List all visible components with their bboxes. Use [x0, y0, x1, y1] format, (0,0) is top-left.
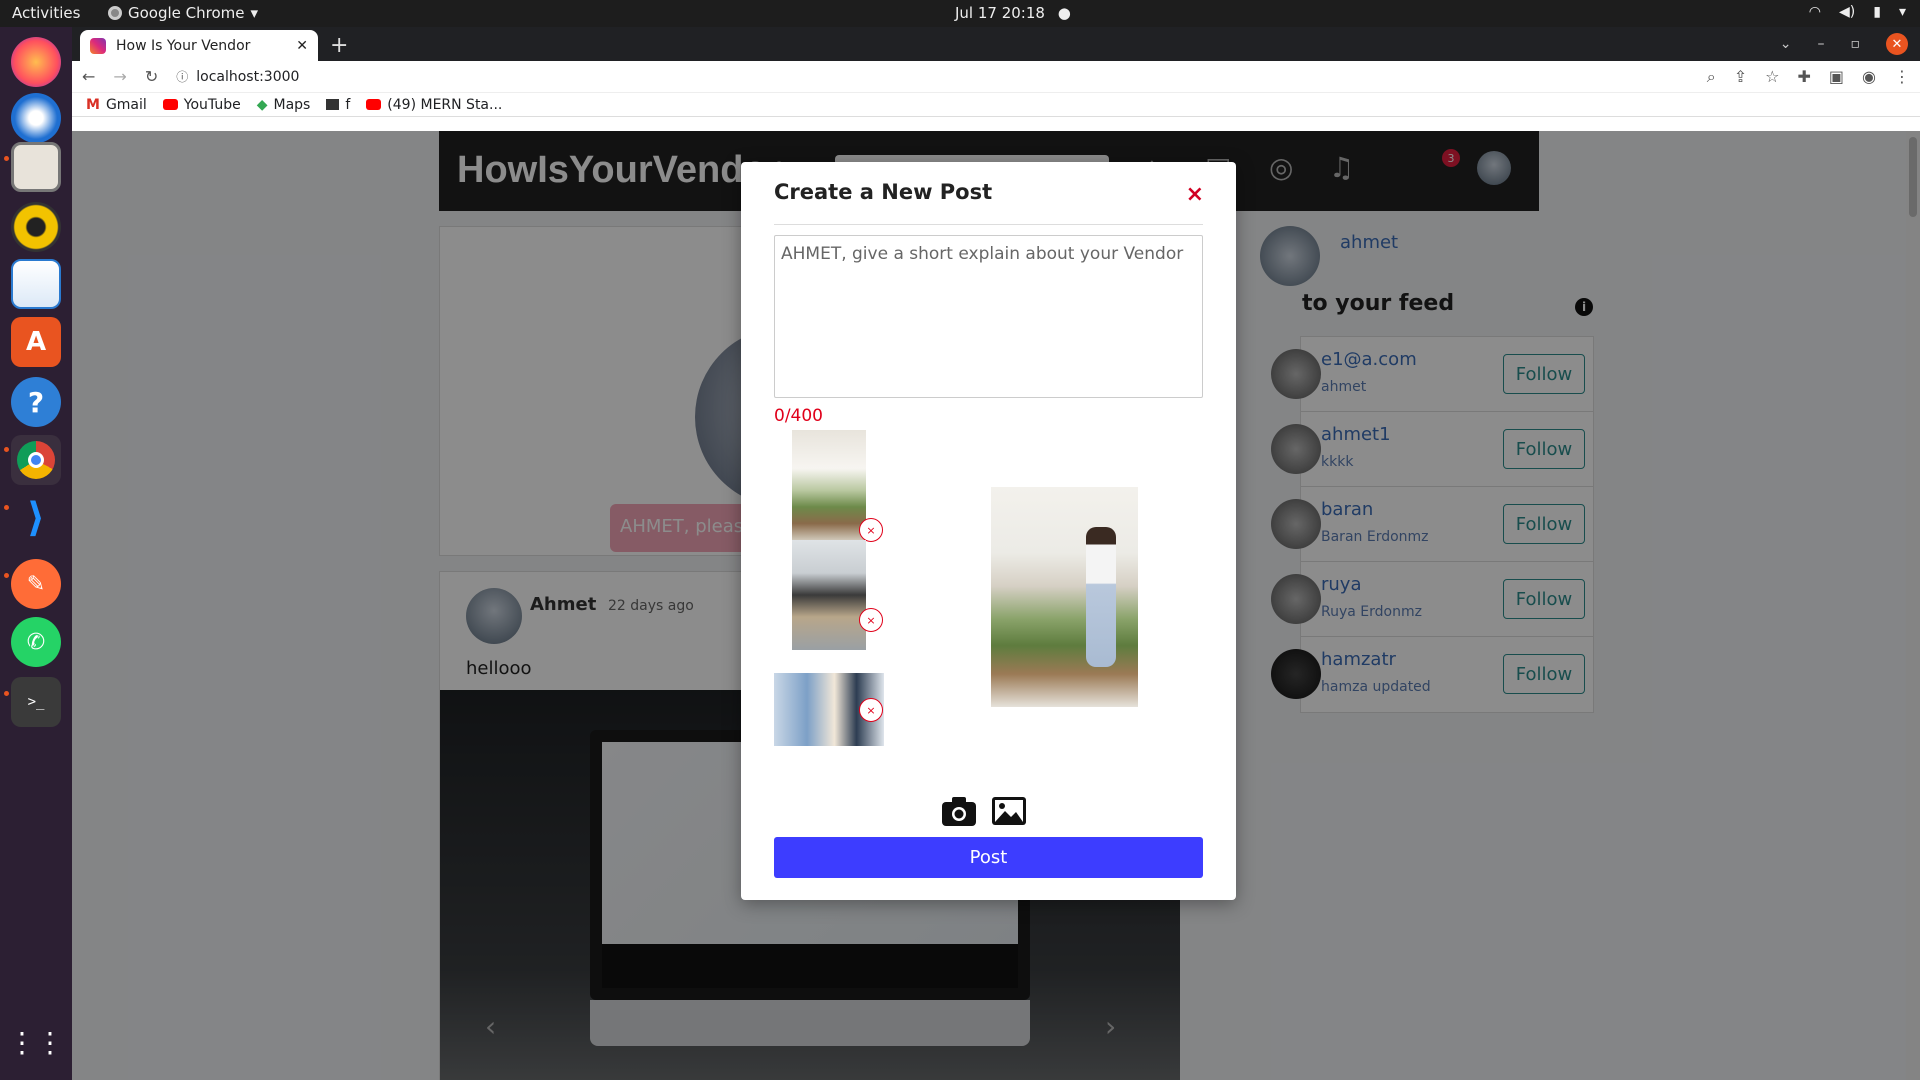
- tab-title: How Is Your Vendor: [116, 37, 251, 54]
- thunderbird-icon[interactable]: [11, 93, 61, 143]
- firefox-icon[interactable]: [11, 37, 61, 87]
- help-icon[interactable]: ?: [11, 377, 61, 427]
- new-tab-button[interactable]: +: [330, 33, 348, 58]
- running-indicator: [4, 447, 9, 452]
- close-window-button[interactable]: ✕: [1886, 33, 1908, 55]
- back-icon[interactable]: ←: [82, 67, 95, 86]
- remove-image-button[interactable]: ×: [859, 608, 883, 632]
- battery-icon: ▮: [1873, 4, 1881, 20]
- zoom-icon[interactable]: ⌕: [1707, 67, 1716, 87]
- chrome-icon[interactable]: [11, 435, 61, 485]
- window-controls: ⌄ – ▫ ✕: [1780, 33, 1908, 55]
- clock[interactable]: Jul 17 20:18 ●: [955, 4, 1071, 22]
- image-upload-icon[interactable]: [990, 794, 1028, 828]
- profile-icon[interactable]: ◉: [1862, 67, 1876, 86]
- create-post-modal: Create a New Post × 0/400 × × ×: [741, 162, 1236, 900]
- instagram-favicon-icon: [90, 37, 106, 54]
- tab-strip: How Is Your Vendor ✕ + ⌄ – ▫ ✕: [72, 27, 1920, 61]
- running-indicator: [4, 573, 9, 578]
- show-apps-icon[interactable]: ⋮⋮: [8, 1017, 64, 1067]
- maximize-button[interactable]: ▫: [1851, 36, 1861, 52]
- modal-title: Create a New Post: [774, 180, 993, 204]
- menu-icon[interactable]: ⋮: [1894, 67, 1910, 86]
- notification-dot-icon: ●: [1057, 4, 1071, 22]
- bookmark-label: (49) MERN Sta...: [387, 96, 503, 113]
- active-tab[interactable]: How Is Your Vendor ✕: [80, 30, 318, 61]
- chrome-icon: [108, 6, 122, 20]
- bookmark-maps[interactable]: ◆ Maps: [257, 97, 311, 113]
- selected-image-thumbnail[interactable]: [792, 540, 866, 650]
- terminal-icon[interactable]: >_: [11, 677, 61, 727]
- browser-window: How Is Your Vendor ✕ + ⌄ – ▫ ✕ ← → ↻ ⓘ l…: [72, 27, 1920, 1080]
- extensions-icon[interactable]: ✚: [1798, 67, 1811, 86]
- bookmark-label: Maps: [273, 96, 311, 113]
- system-tray[interactable]: ◠ ◀) ▮ ▾: [1809, 4, 1906, 20]
- software-center-icon[interactable]: A: [11, 317, 61, 367]
- address-bar[interactable]: ⓘ localhost:3000: [176, 62, 1689, 91]
- app-menu-label: Google Chrome: [128, 4, 245, 22]
- bookmarks-bar: M Gmail YouTube ◆ Maps f (49) MERN Sta...: [72, 93, 1920, 117]
- youtube-icon: [366, 99, 382, 110]
- minimize-button[interactable]: –: [1818, 36, 1825, 52]
- remove-image-button[interactable]: ×: [859, 698, 883, 722]
- media-buttons: [940, 794, 1028, 828]
- site-info-icon[interactable]: ⓘ: [176, 68, 188, 85]
- caret-down-icon: ▾: [250, 4, 259, 22]
- reload-icon[interactable]: ↻: [145, 67, 158, 86]
- close-modal-icon[interactable]: ×: [1186, 182, 1204, 207]
- tab-search-icon[interactable]: ⌄: [1780, 36, 1792, 52]
- postman-icon[interactable]: ✎: [11, 559, 61, 609]
- system-top-bar: Activities Google Chrome ▾ Jul 17 20:18 …: [0, 0, 1920, 27]
- running-indicator: [4, 156, 9, 161]
- wifi-icon: ◠: [1808, 4, 1822, 20]
- bookmark-youtube[interactable]: YouTube: [162, 96, 241, 113]
- clock-text: Jul 17 20:18: [955, 4, 1045, 22]
- ubuntu-dock: A ? ⟩ ✎ ✆ >_ ⋮⋮: [0, 27, 72, 1080]
- bookmark-f[interactable]: f: [326, 97, 350, 113]
- caret-down-icon: ▾: [1898, 4, 1906, 20]
- page-viewport: HowIsYourVendor ⌂ ▤ ◎ ♫ 3 AHMET, please …: [72, 131, 1920, 1080]
- writer-icon[interactable]: [11, 259, 61, 309]
- character-counter: 0/400: [774, 406, 823, 426]
- running-indicator: [4, 691, 9, 696]
- files-icon[interactable]: [11, 142, 61, 192]
- url-text: localhost:3000: [196, 68, 300, 85]
- bookmark-label: f: [345, 96, 351, 113]
- post-submit-button[interactable]: Post: [774, 837, 1203, 878]
- maps-icon: ◆: [256, 96, 268, 113]
- selected-image-thumbnail[interactable]: [792, 430, 866, 540]
- remove-image-button[interactable]: ×: [859, 518, 883, 542]
- bookmark-label: YouTube: [183, 96, 241, 113]
- forward-icon[interactable]: →: [113, 67, 126, 86]
- vscode-icon[interactable]: ⟩: [11, 493, 61, 543]
- running-indicator: [4, 505, 9, 510]
- app-menu[interactable]: Google Chrome ▾: [108, 4, 258, 22]
- bookmark-star-icon[interactable]: ☆: [1765, 67, 1779, 86]
- share-icon[interactable]: ⇪: [1734, 67, 1747, 86]
- film-icon: [326, 99, 340, 110]
- youtube-icon: [162, 99, 178, 110]
- browser-toolbar: ← → ↻ ⓘ localhost:3000 ⌕ ⇪ ☆ ✚ ▣ ◉ ⋮: [72, 61, 1920, 93]
- bookmark-label: Gmail: [105, 96, 147, 113]
- side-panel-icon[interactable]: ▣: [1829, 67, 1844, 86]
- rhythmbox-icon[interactable]: [11, 202, 61, 252]
- camera-icon[interactable]: [940, 794, 978, 828]
- post-description-input[interactable]: [774, 235, 1203, 398]
- bookmark-gmail[interactable]: M Gmail: [86, 97, 147, 113]
- close-tab-icon[interactable]: ✕: [296, 38, 308, 54]
- image-preview: [991, 487, 1138, 707]
- gmail-icon: M: [86, 96, 100, 113]
- activities-button[interactable]: Activities: [12, 4, 80, 22]
- volume-icon: ◀): [1839, 4, 1856, 20]
- whatsapp-icon[interactable]: ✆: [11, 617, 61, 667]
- bookmark-mern[interactable]: (49) MERN Sta...: [366, 97, 502, 113]
- divider: [774, 224, 1203, 225]
